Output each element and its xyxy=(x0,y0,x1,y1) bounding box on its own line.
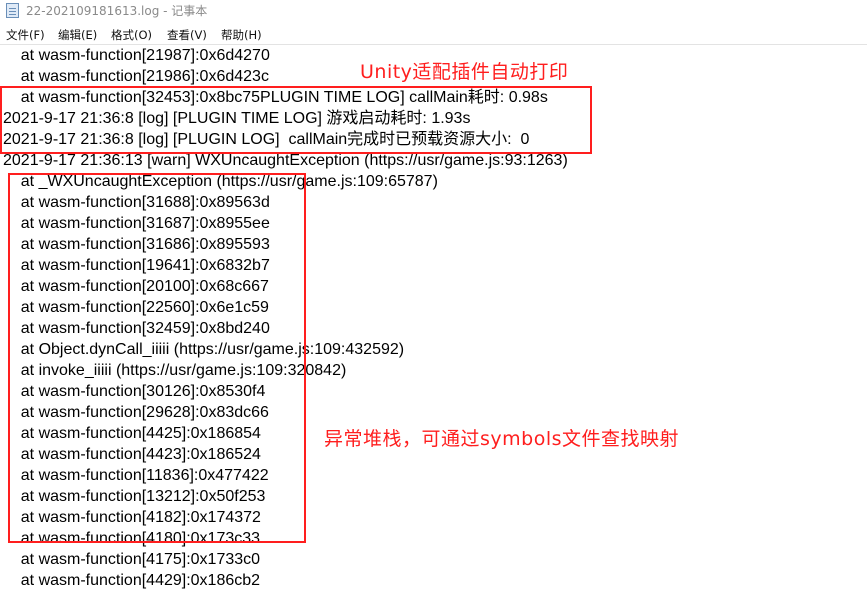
plugin-log-highlight-box xyxy=(0,86,592,154)
notepad-icon xyxy=(6,3,19,18)
stack-trace-annotation: 异常堆栈，可通过symbols文件查找映射 xyxy=(324,428,680,450)
log-line: at wasm-function[21986]:0x6d423c xyxy=(3,68,269,85)
log-line: at wasm-function[4175]:0x1733c0 xyxy=(3,551,261,568)
plugin-log-annotation: Unity适配插件自动打印 xyxy=(360,61,569,83)
window-title: 22-202109181613.log - 记事本 xyxy=(26,4,208,18)
menu-view[interactable]: 查看(V) xyxy=(167,27,207,43)
menu-edit[interactable]: 编辑(E) xyxy=(58,27,97,43)
menu-help[interactable]: 帮助(H) xyxy=(221,27,262,43)
stack-trace-highlight-box xyxy=(8,173,306,543)
log-line: at wasm-function[4429]:0x186cb2 xyxy=(3,572,261,589)
menu-format[interactable]: 格式(O) xyxy=(111,27,152,43)
menu-file[interactable]: 文件(F) xyxy=(6,27,45,43)
title-bar: 22-202109181613.log - 记事本 xyxy=(0,0,867,22)
log-line: at wasm-function[21987]:0x6d4270 xyxy=(3,47,270,64)
menu-bar: 文件(F) 编辑(E) 格式(O) 查看(V) 帮助(H) xyxy=(0,23,867,45)
